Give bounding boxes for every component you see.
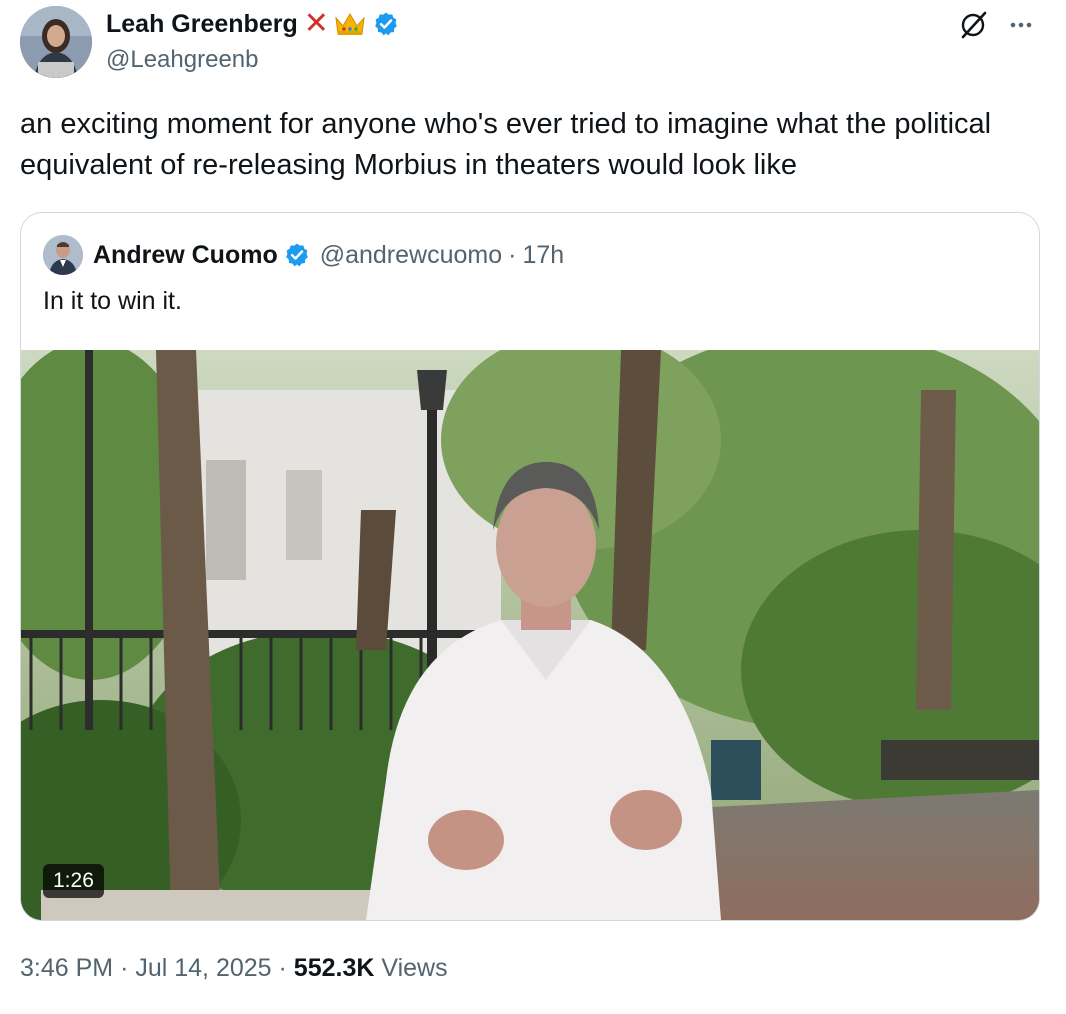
meta-separator: · xyxy=(120,954,129,982)
quoted-tweet-card[interactable]: Andrew Cuomo @andrewcuomo · 17h In it to… xyxy=(20,212,1040,921)
meta-separator: · xyxy=(278,954,287,982)
cross-mark-icon: ✕ xyxy=(303,7,329,40)
author-handle[interactable]: @Leahgreenb xyxy=(106,46,258,74)
quoted-verified-badge-icon xyxy=(285,243,308,267)
verified-badge-icon[interactable] xyxy=(373,11,399,37)
quoted-avatar[interactable] xyxy=(43,235,83,275)
quoted-separator: · xyxy=(508,240,517,269)
quoted-tweet-text: In it to win it. xyxy=(43,287,182,315)
tweet-text: an exciting moment for anyone who's ever… xyxy=(20,108,992,181)
tweet-time[interactable]: 3:46 PM xyxy=(20,954,113,982)
grok-icon[interactable] xyxy=(958,10,988,40)
more-options-icon[interactable] xyxy=(1004,8,1038,42)
tweet-meta: 3:46 PM · Jul 14, 2025 · 552.3K Views xyxy=(20,954,448,983)
quoted-author-name[interactable]: Andrew Cuomo xyxy=(93,241,278,270)
author-name[interactable]: Leah Greenberg xyxy=(106,10,298,39)
quoted-avatar-image xyxy=(43,235,83,275)
views-count: 552.3K xyxy=(293,954,375,982)
author-avatar-image xyxy=(20,6,92,78)
quoted-author-handle[interactable]: @andrewcuomo xyxy=(320,241,502,270)
video-player[interactable]: 1:26 xyxy=(21,350,1039,920)
crown-icon xyxy=(335,13,365,35)
author-avatar[interactable] xyxy=(20,6,92,78)
video-thumbnail xyxy=(21,350,1039,920)
tweet-date[interactable]: Jul 14, 2025 xyxy=(135,954,271,982)
quoted-timestamp[interactable]: 17h xyxy=(522,241,564,270)
views-label: Views xyxy=(381,954,448,982)
video-duration: 1:26 xyxy=(43,864,104,898)
